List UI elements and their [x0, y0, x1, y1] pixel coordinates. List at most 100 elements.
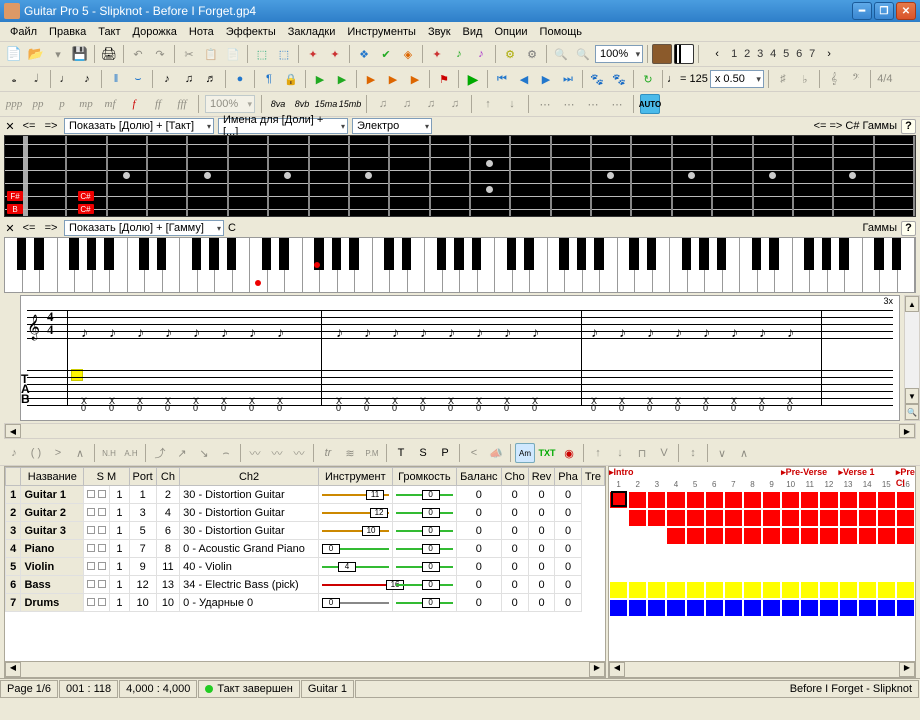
stem-up[interactable]: ↑ — [478, 94, 498, 114]
fx-trem[interactable]: 〰 — [289, 443, 309, 463]
pick-u[interactable]: ⊓ — [632, 443, 652, 463]
track-row[interactable]: 2Guitar 2 13430 - Distortion Guitar12000… — [6, 504, 605, 522]
fx-dim[interactable]: 📣 — [486, 443, 506, 463]
fx-v[interactable]: ∨ — [712, 443, 732, 463]
goto-4[interactable]: 4 — [767, 48, 779, 60]
marker-b[interactable]: ▶ — [383, 69, 403, 89]
arrange-row[interactable] — [609, 563, 915, 581]
play-button[interactable]: ▶ — [463, 69, 483, 89]
goto-3[interactable]: 3 — [754, 48, 766, 60]
timesig-button[interactable]: 4/4 — [875, 69, 895, 89]
auto-button[interactable]: AUTO — [640, 94, 660, 114]
check-button[interactable]: ✔ — [376, 44, 396, 64]
fret-nav-right[interactable]: => — [42, 119, 60, 133]
open-button[interactable]: 📂 — [26, 44, 46, 64]
arrange-row[interactable] — [609, 545, 915, 563]
marker2-button[interactable]: ◉ — [559, 443, 579, 463]
repeat-b[interactable]: ▶ — [332, 69, 352, 89]
track-row[interactable]: 6Bass 1121334 - Electric Bass (pick)1600… — [6, 576, 605, 594]
paste-button[interactable]: 📄 — [223, 44, 243, 64]
menu-help[interactable]: Помощь — [534, 24, 589, 40]
clef-b[interactable]: 𝄢 — [846, 69, 866, 89]
last-button[interactable]: ⏭ — [558, 69, 578, 89]
fx-bend[interactable]: ⤴ — [150, 443, 170, 463]
beam-b[interactable]: ♫ — [397, 94, 417, 114]
fret-nav-left[interactable]: <= — [20, 119, 38, 133]
fx-slide-u[interactable]: ↗ — [172, 443, 192, 463]
fx-tap[interactable]: ≋ — [340, 443, 360, 463]
piano-nav-left[interactable]: <= — [20, 221, 38, 235]
close-button[interactable]: ✕ — [896, 2, 916, 20]
fretboard[interactable]: F#BC#C# — [4, 135, 916, 217]
track-row[interactable]: 4Piano 1780 - Acoustic Grand Piano000000 — [6, 540, 605, 558]
menu-effects[interactable]: Эффекты — [220, 24, 282, 40]
zoom-in-button[interactable]: 🔍 — [573, 44, 593, 64]
15mb-button[interactable]: 15mb — [340, 94, 360, 114]
piano-nav-right[interactable]: => — [42, 221, 60, 235]
note-dur-b[interactable]: ♫ — [179, 69, 199, 89]
score-view[interactable]: 𝄞 4 4 3x TAB ♪X0♪X0♪X0♪X0♪X0♪X0♪X0♪X0♪X0… — [20, 295, 900, 421]
zoom-select[interactable]: 100% — [595, 45, 643, 63]
keyboard-toggle[interactable] — [674, 44, 694, 64]
minimize-button[interactable]: ━ — [852, 2, 872, 20]
misc-c[interactable]: ⋯ — [583, 94, 603, 114]
misc-b[interactable]: ⋯ — [559, 94, 579, 114]
arrange-row[interactable] — [609, 581, 915, 599]
print-button[interactable]: 🖨 — [99, 44, 119, 64]
tool-d[interactable]: ◈ — [398, 44, 418, 64]
menu-bar[interactable]: Такт — [92, 24, 126, 40]
track-row[interactable]: 5Violin 191140 - Violin400000 — [6, 558, 605, 576]
fx-ah[interactable]: A.H — [121, 443, 141, 463]
fx-hammer[interactable]: ⌢ — [216, 443, 236, 463]
note-q[interactable]: ♩ — [55, 69, 75, 89]
lock-button[interactable]: 🔒 — [281, 69, 301, 89]
fret-help[interactable]: ? — [901, 119, 916, 134]
beam-a[interactable]: ♫ — [373, 94, 393, 114]
goto-5[interactable]: 5 — [780, 48, 792, 60]
tool-g[interactable]: ♪ — [471, 44, 491, 64]
fx-s[interactable]: S — [413, 443, 433, 463]
8va-button[interactable]: 8va — [268, 94, 288, 114]
track-mixer[interactable]: НазваниеS MPortChCh2ИнструментГромкостьБ… — [4, 466, 606, 678]
browse-button[interactable]: ▾ — [48, 44, 68, 64]
metronome-button[interactable]: 🐾 — [587, 69, 607, 89]
dyn-pct[interactable]: 100% — [205, 95, 255, 113]
dyn-mf[interactable]: mf — [100, 94, 120, 114]
fx-accent[interactable]: > — [48, 443, 68, 463]
tool-a[interactable]: ✦ — [303, 44, 323, 64]
arrange-row[interactable] — [609, 491, 915, 509]
note-half[interactable]: 𝅗𝅥 — [26, 69, 46, 89]
score-hscroll[interactable]: ◀▶ — [4, 423, 916, 439]
fret-close[interactable]: ✕ — [4, 120, 16, 132]
fret-names-select[interactable]: Имена для [Доли] + [...] — [218, 118, 348, 134]
arrange-row[interactable] — [609, 599, 915, 617]
copy-button[interactable]: 📋 — [201, 44, 221, 64]
fx-vib[interactable]: 〰 — [245, 443, 265, 463]
note-8[interactable]: ♪ — [77, 69, 97, 89]
note-dur-a[interactable]: ♪ — [157, 69, 177, 89]
goto-6[interactable]: 6 — [793, 48, 805, 60]
next-button[interactable]: ▶ — [536, 69, 556, 89]
cut-button[interactable]: ✂ — [179, 44, 199, 64]
dot-button[interactable]: ● — [230, 69, 250, 89]
track-row[interactable]: 3Guitar 3 15630 - Distortion Guitar10000… — [6, 522, 605, 540]
dyn-pp[interactable]: pp — [28, 94, 48, 114]
goto-next[interactable]: › — [819, 44, 839, 64]
tool-b[interactable]: ✦ — [325, 44, 345, 64]
track-row[interactable]: 1Guitar 1 11230 - Distortion Guitar11000… — [6, 486, 605, 504]
menu-sound[interactable]: Звук — [422, 24, 457, 40]
marker-a[interactable]: ▶ — [361, 69, 381, 89]
goto-7[interactable]: 7 — [806, 48, 818, 60]
flag-button[interactable]: ⚑ — [434, 69, 454, 89]
beam-d[interactable]: ♫ — [445, 94, 465, 114]
fx-nh[interactable]: N.H — [99, 443, 119, 463]
15ma-button[interactable]: 15ma — [316, 94, 336, 114]
piano-close[interactable]: ✕ — [4, 222, 16, 234]
menu-tools[interactable]: Инструменты — [341, 24, 422, 40]
tie-button[interactable]: ⌣ — [128, 69, 148, 89]
prev-button[interactable]: ◀ — [514, 69, 534, 89]
dyn-ppp[interactable]: ppp — [4, 94, 24, 114]
goto-2[interactable]: 2 — [741, 48, 753, 60]
zoom-icon[interactable]: 🔍 — [905, 404, 919, 420]
fx-w[interactable]: ∧ — [734, 443, 754, 463]
